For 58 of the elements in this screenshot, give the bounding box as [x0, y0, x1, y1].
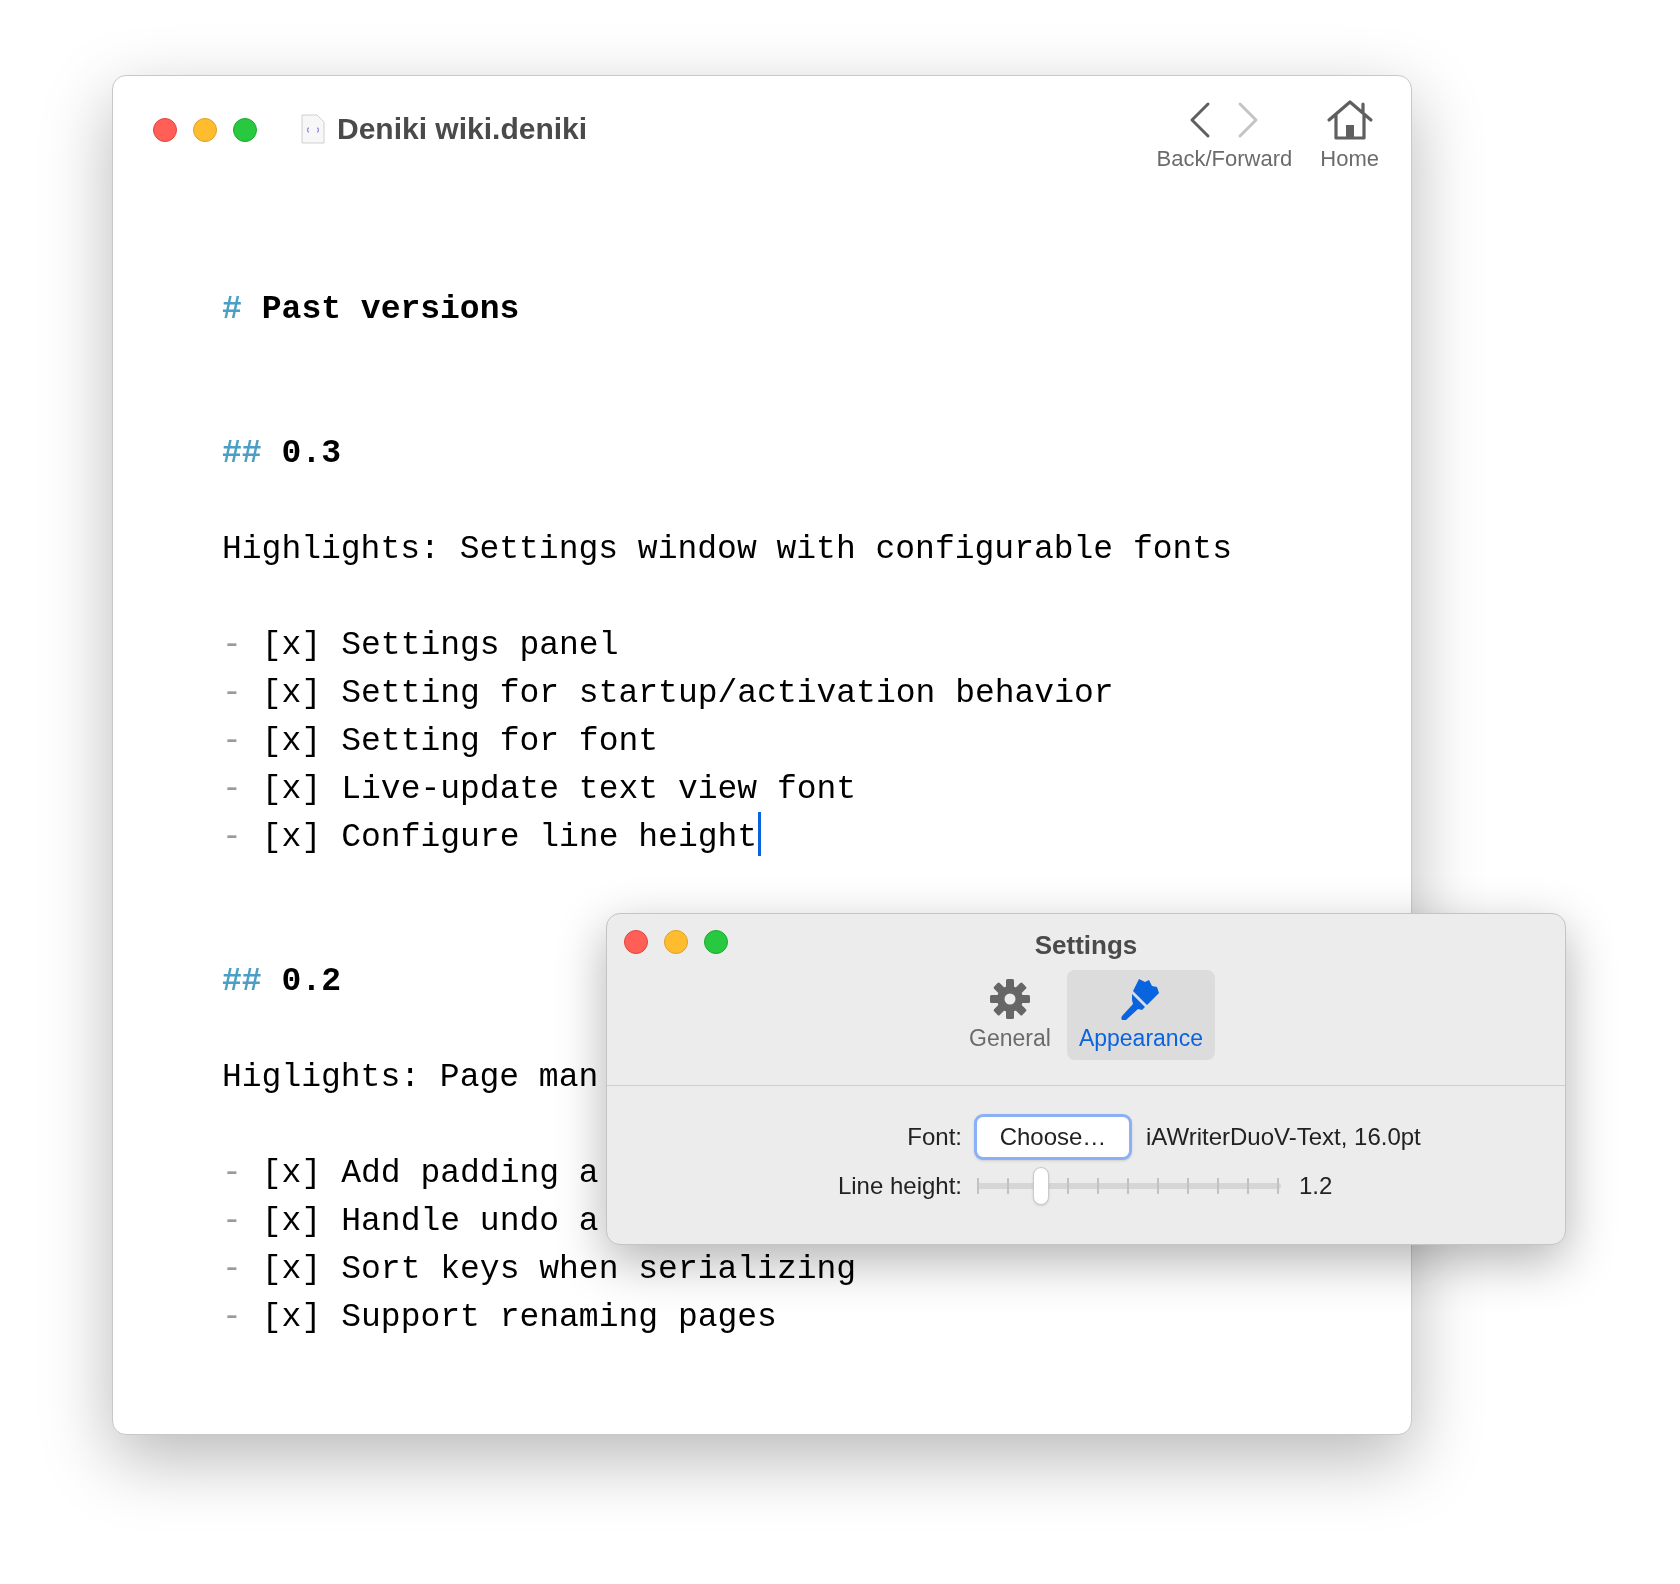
paragraph: Higlights: Page man: [222, 1059, 599, 1096]
line-height-slider[interactable]: [977, 1166, 1281, 1206]
list-bullet: -: [222, 1299, 242, 1336]
task-text: Configure line height: [341, 819, 758, 856]
list-bullet: -: [222, 675, 242, 712]
minimize-button[interactable]: [664, 930, 688, 954]
list-bullet: -: [222, 627, 242, 664]
task-checkbox-text: [x]: [261, 675, 322, 712]
text-cursor: [758, 812, 762, 857]
zoom-button[interactable]: [233, 118, 257, 142]
zoom-button[interactable]: [704, 930, 728, 954]
task-text: Live-update text view font: [341, 771, 857, 808]
list-bullet: -: [222, 819, 242, 856]
task-checkbox-text: [x]: [261, 723, 322, 760]
task-checkbox-text: [x]: [261, 1203, 322, 1240]
heading: Past versions: [261, 291, 520, 328]
settings-title: Settings: [1034, 929, 1138, 962]
line-height-value: 1.2: [1299, 1171, 1333, 1201]
choose-font-button[interactable]: Choose…: [974, 1114, 1132, 1160]
list-bullet: -: [222, 1203, 242, 1240]
list-bullet: -: [222, 723, 242, 760]
heading: 0.3: [281, 435, 342, 472]
paragraph: Highlights: Settings window with configurable fonts: [222, 531, 1232, 568]
task-checkbox-text: [x]: [261, 1299, 322, 1336]
heading-marker: ##: [222, 435, 262, 472]
back-forward-button[interactable]: Back/Forward: [1156, 98, 1293, 172]
field-label: Font:: [906, 1122, 962, 1152]
settings-tab[interactable]: General: [957, 970, 1063, 1060]
list-bullet: -: [222, 1251, 242, 1288]
home-icon[interactable]: [1325, 99, 1374, 141]
task-text: Setting for font: [341, 723, 659, 760]
task-text: Add padding a: [341, 1155, 599, 1192]
task-text: Support renaming pages: [341, 1299, 777, 1336]
close-button[interactable]: [153, 118, 177, 142]
task-checkbox-text: [x]: [261, 819, 322, 856]
settings-tab[interactable]: Appearance: [1066, 970, 1215, 1060]
heading: 0.2: [281, 963, 342, 1000]
font-value: iAWriterDuoV-Text, 16.0pt: [1146, 1122, 1421, 1152]
task-checkbox-text: [x]: [261, 771, 322, 808]
close-button[interactable]: [624, 930, 648, 954]
task-checkbox-text: [x]: [261, 1251, 322, 1288]
task-text: Settings panel: [341, 627, 619, 664]
task-text: Handle undo a: [341, 1203, 599, 1240]
document-icon: [301, 114, 325, 144]
home-button[interactable]: Home: [1320, 98, 1379, 172]
list-bullet: -: [222, 771, 242, 808]
task-text: Setting for startup/activation behavior: [341, 675, 1114, 712]
slider-thumb[interactable]: [1033, 1167, 1049, 1205]
task-text: Sort keys when serializing: [341, 1251, 857, 1288]
list-bullet: -: [222, 1155, 242, 1192]
task-checkbox-text: [x]: [261, 627, 322, 664]
window-title: Deniki wiki.deniki: [337, 114, 588, 144]
field-label: Line height:: [836, 1171, 962, 1201]
task-checkbox-text: [x]: [261, 1155, 322, 1192]
heading-marker: ##: [222, 963, 262, 1000]
minimize-button[interactable]: [193, 118, 217, 142]
heading-marker: #: [222, 291, 242, 328]
gear-icon: [988, 978, 1031, 1020]
